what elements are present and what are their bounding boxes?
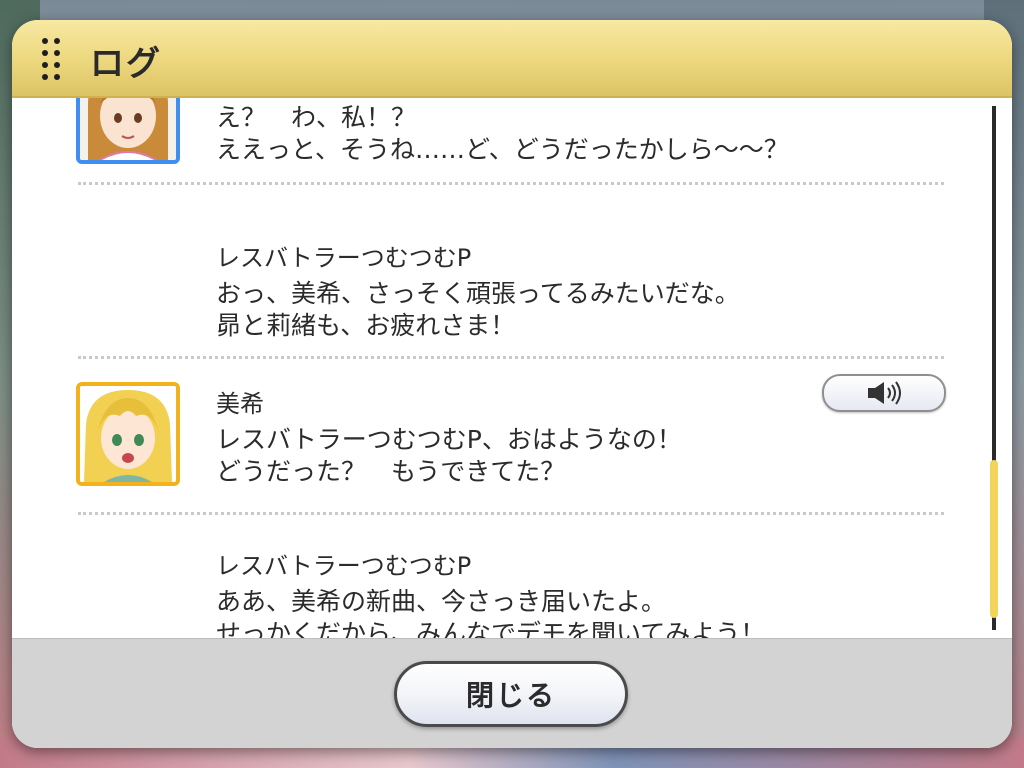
dialogue-line: ああ、美希の新曲、今さっき届いたよ。 (216, 587, 667, 616)
dialog-header[interactable]: ログ (12, 20, 1012, 98)
dialog-title: ログ (90, 44, 162, 84)
dialogue-line: せっかくだから、みんなでデモを聞いてみよう！ (216, 619, 766, 639)
speaker-name: レスバトラーつむつむP (216, 552, 472, 580)
log-entry: レスバトラーつむつむP ああ、美希の新曲、今さっき届いたよ。 せっかくだから、み… (12, 516, 1012, 638)
scrollbar-thumb[interactable] (990, 460, 998, 618)
close-button[interactable]: 閉じる (394, 661, 628, 727)
entry-separator (78, 182, 944, 185)
voice-replay-button[interactable] (822, 374, 946, 412)
character-avatar-icon (76, 98, 180, 164)
entry-separator (78, 356, 944, 359)
log-entry: 美希 レスバトラーつむつむP、おはようなの！ どうだった？ もうできてた？ (12, 360, 1012, 516)
log-entry: レスバトラーつむつむP おっ、美希、さっそく頑張ってるみたいだな。 昴と莉緒も、… (12, 208, 1012, 360)
dialogue-line: ええっと、そうね……ど、どうだったかしら～～？ (216, 135, 789, 164)
character-avatar-icon (76, 382, 180, 486)
dialogue-line: どうだった？ もうできてた？ (216, 457, 566, 486)
speaker-name: レスバトラーつむつむP (216, 244, 472, 272)
dialog-footer: 閉じる (12, 638, 1012, 748)
log-entry: え？ わ、私！？ ええっと、そうね……ど、どうだったかしら～～？ (12, 98, 1012, 208)
dialogue-line: え？ わ、私！？ (216, 103, 417, 132)
dialogue-line: レスバトラーつむつむP、おはようなの！ (216, 425, 682, 454)
log-list[interactable]: え？ わ、私！？ ええっと、そうね……ど、どうだったかしら～～？ レスバトラーつ… (12, 98, 1012, 638)
drag-handle-icon[interactable] (42, 38, 62, 80)
entry-separator (78, 512, 944, 515)
log-dialog: ログ え？ わ、私！？ ええっと、そうね……ど、どうだったかしら～～？ レスバト… (12, 20, 1012, 748)
speaker-icon (868, 381, 901, 405)
dialogue-line: 昴と莉緒も、お疲れさま！ (216, 311, 516, 340)
speaker-name: 美希 (216, 390, 264, 418)
dialogue-line: おっ、美希、さっそく頑張ってるみたいだな。 (216, 279, 740, 308)
